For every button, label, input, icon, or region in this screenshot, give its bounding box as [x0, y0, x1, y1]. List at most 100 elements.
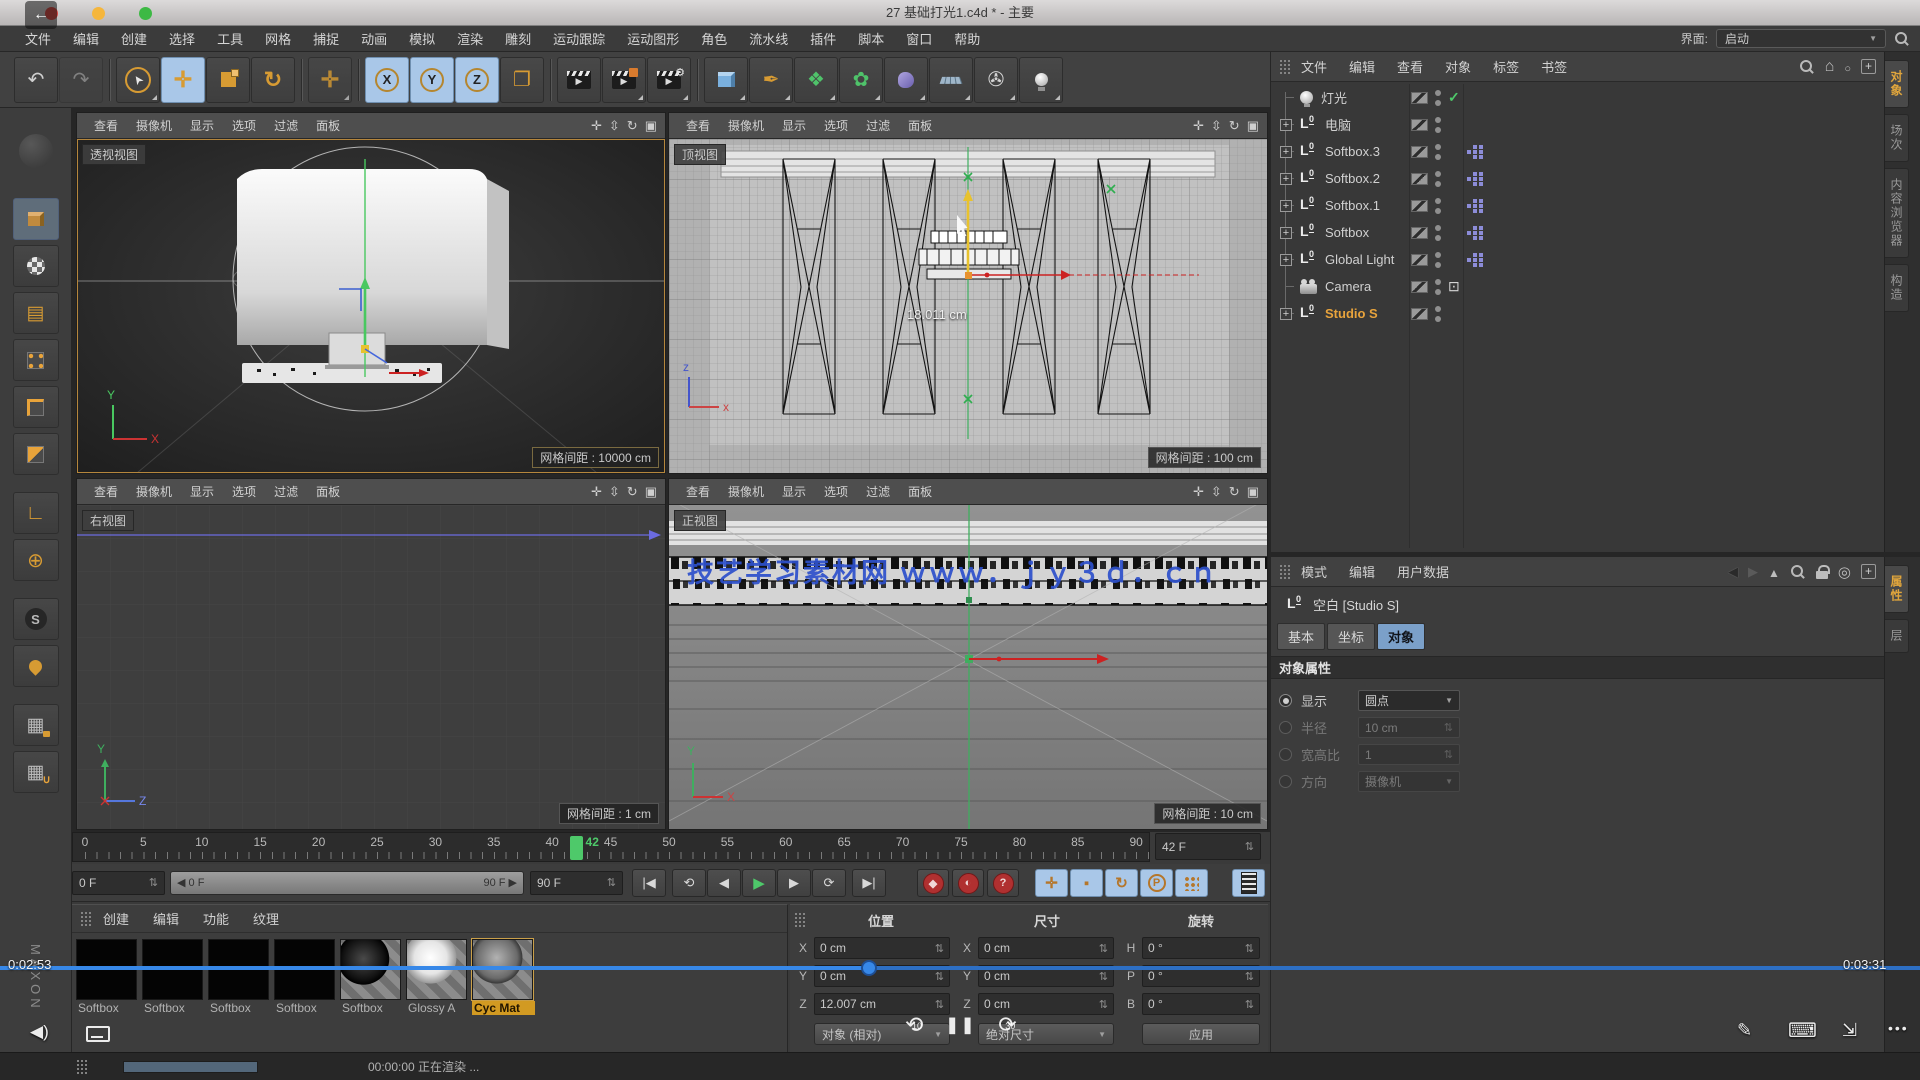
am-side-tab-0[interactable]: 属性	[1885, 565, 1909, 613]
history-back-icon[interactable]	[1728, 563, 1738, 580]
toggle-view-icon[interactable]: ▣	[1247, 484, 1259, 500]
om-tab-0[interactable]: 对象	[1885, 60, 1909, 108]
visibility-dots[interactable]	[1435, 171, 1441, 187]
toggle-view-icon[interactable]: ▣	[645, 118, 657, 134]
minimize-window-button[interactable]	[92, 7, 105, 20]
om-menu-item[interactable]: 标签	[1482, 57, 1530, 76]
viewport-top[interactable]: 查看摄像机显示选项过滤面板 ✛⇳↻▣	[668, 112, 1268, 474]
menu-item-1[interactable]: 编辑	[62, 29, 110, 48]
visibility-dots[interactable]	[1435, 279, 1441, 295]
viewport-menu-item[interactable]: 选项	[815, 483, 857, 500]
menu-item-9[interactable]: 渲染	[446, 29, 494, 48]
viewport-menu-item[interactable]: 查看	[677, 483, 719, 500]
zoom-view-icon[interactable]: ⇳	[1211, 484, 1222, 500]
preview-range-slider[interactable]: ◀ 0 F 90 F ▶	[170, 871, 524, 895]
move-tool[interactable]	[161, 57, 205, 103]
enabled-check-icon[interactable]: ✓	[1448, 89, 1460, 106]
goto-start-button[interactable]: |◀	[632, 869, 666, 897]
subdivision-surface-button[interactable]	[794, 57, 838, 103]
camera-target-icon[interactable]	[1448, 278, 1460, 296]
viewport-menu-item[interactable]: 选项	[223, 483, 265, 500]
polygons-mode-button[interactable]	[13, 433, 59, 475]
toggle-view-icon[interactable]: ▣	[645, 484, 657, 500]
attribute-tab-0[interactable]: 基本	[1277, 623, 1325, 650]
lock-icon[interactable]	[1816, 565, 1828, 579]
key-rotation-toggle[interactable]: ↻	[1105, 869, 1138, 897]
viewport-right[interactable]: 查看摄像机显示选项过滤面板 ✛⇳↻▣	[76, 478, 666, 830]
menu-item-17[interactable]: 窗口	[895, 29, 943, 48]
layer-chip[interactable]	[1411, 281, 1428, 293]
subtitle-display-icon[interactable]	[86, 1026, 110, 1042]
material-item[interactable]: Softbox	[142, 939, 205, 1015]
viewport-menu-item[interactable]: 摄像机	[127, 483, 181, 500]
light-button[interactable]	[1019, 57, 1063, 103]
perspective-canvas[interactable]: Y X 透视视图 网格间距 : 10000 cm	[77, 139, 665, 473]
pan-view-icon[interactable]: ✛	[591, 118, 602, 134]
autokey-button[interactable]: ◐	[952, 869, 984, 897]
size-x-field[interactable]: 0 cm	[978, 937, 1114, 959]
material-menu-item[interactable]: 创建	[91, 909, 141, 928]
layer-chip[interactable]	[1411, 92, 1428, 104]
goto-prev-key-button[interactable]: ⟲	[672, 869, 706, 897]
speaker-icon[interactable]: ◀)	[30, 1022, 49, 1042]
menu-item-18[interactable]: 帮助	[943, 29, 991, 48]
model-mode-button[interactable]	[13, 198, 59, 240]
menu-item-13[interactable]: 角色	[690, 29, 738, 48]
top-canvas[interactable]: z x 顶视图 18.011 cm 网格间距 : 100 cm	[669, 139, 1267, 473]
viewport-menu-item[interactable]: 查看	[85, 483, 127, 500]
workplane-lock-button[interactable]	[13, 704, 59, 746]
object-name[interactable]: Global Light	[1325, 252, 1394, 267]
history-forward-icon[interactable]	[1748, 563, 1758, 580]
expander-icon[interactable]: +	[1280, 308, 1292, 320]
object-axis-button[interactable]	[13, 539, 59, 581]
viewport-menu-item[interactable]: 过滤	[265, 117, 307, 134]
xpresso-tag-icon[interactable]	[1467, 199, 1485, 213]
viewport-menu-item[interactable]: 过滤	[857, 117, 899, 134]
layer-chip[interactable]	[1411, 254, 1428, 266]
am-menu-item[interactable]: 模式	[1290, 562, 1338, 581]
goto-next-key-button[interactable]: ⟳	[812, 869, 846, 897]
rotation-b-field[interactable]: 0 °	[1142, 993, 1260, 1015]
visibility-dots[interactable]	[1435, 90, 1441, 106]
object-row[interactable]: +Studio S	[1271, 300, 1884, 327]
om-menu-item[interactable]: 书签	[1530, 57, 1578, 76]
prev-frame-button[interactable]: ◀	[707, 869, 741, 897]
material-item[interactable]: Cyc Mat	[472, 939, 535, 1015]
viewport-menu-item[interactable]: 面板	[307, 117, 349, 134]
primitive-cube-button[interactable]	[704, 57, 748, 103]
last-used-tool[interactable]	[308, 57, 352, 103]
menu-item-15[interactable]: 插件	[799, 29, 847, 48]
lock-x-axis-toggle[interactable]: X	[365, 57, 409, 103]
layer-chip[interactable]	[1411, 146, 1428, 158]
key-pla-toggle[interactable]	[1175, 869, 1208, 897]
expander-icon[interactable]: +	[1280, 146, 1292, 158]
panel-grip[interactable]	[794, 912, 805, 927]
om-tab-3[interactable]: 构造	[1885, 264, 1909, 312]
layer-chip[interactable]	[1411, 308, 1428, 320]
menu-item-12[interactable]: 运动图形	[616, 29, 690, 48]
current-frame-field[interactable]: 42 F	[1155, 833, 1261, 860]
viewport-menu-item[interactable]: 过滤	[265, 483, 307, 500]
material-menu-item[interactable]: 纹理	[241, 909, 291, 928]
om-menu-item[interactable]: 文件	[1290, 57, 1338, 76]
expander-icon[interactable]: +	[1280, 227, 1292, 239]
object-name[interactable]: Softbox.1	[1325, 198, 1380, 213]
filter-icon[interactable]	[1844, 59, 1851, 75]
viewport-menu-item[interactable]: 面板	[307, 483, 349, 500]
menu-item-0[interactable]: 文件	[14, 29, 62, 48]
viewport-solo-button[interactable]: S	[13, 598, 59, 640]
camera-button[interactable]	[974, 57, 1018, 103]
track-mode-icon[interactable]	[1838, 563, 1851, 581]
range-right-handle[interactable]: 90 F ▶	[483, 876, 517, 889]
timeline-playhead[interactable]	[570, 836, 583, 860]
object-name[interactable]: Softbox.2	[1325, 171, 1380, 186]
expander-icon[interactable]: +	[1280, 173, 1292, 185]
undo-button[interactable]	[14, 57, 58, 103]
menu-item-4[interactable]: 工具	[206, 29, 254, 48]
viewport-menu-item[interactable]: 显示	[181, 483, 223, 500]
viewport-menu-item[interactable]: 面板	[899, 483, 941, 500]
volume-button[interactable]	[884, 57, 928, 103]
object-name[interactable]: Camera	[1325, 279, 1371, 294]
am-menu-item[interactable]: 编辑	[1338, 562, 1386, 581]
workplane-mode-button[interactable]	[13, 292, 59, 334]
